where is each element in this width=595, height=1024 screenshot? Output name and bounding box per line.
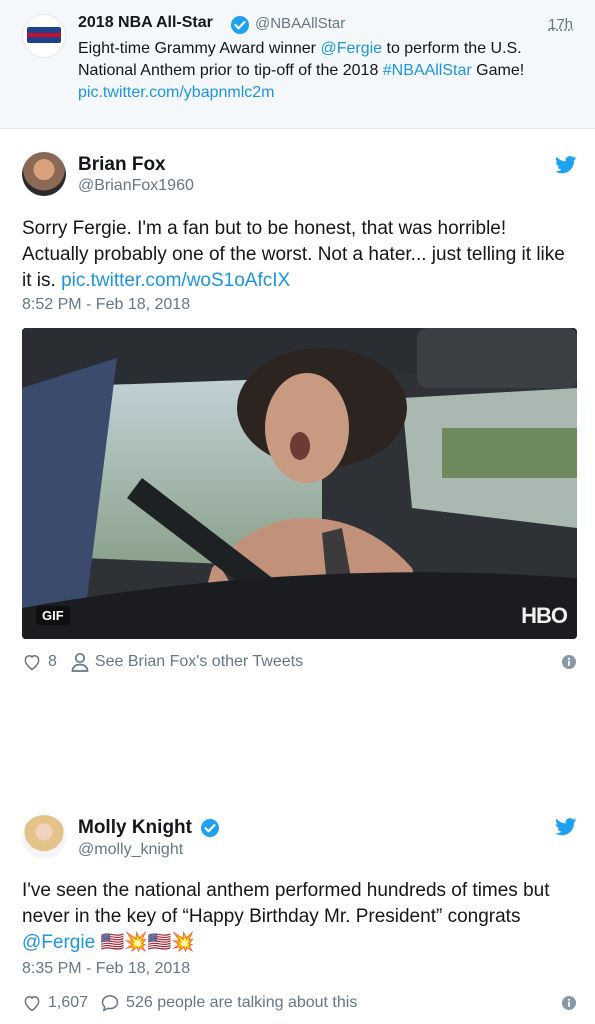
like-count[interactable]: 8 bbox=[48, 653, 57, 671]
author-name[interactable]: Brian Fox bbox=[78, 154, 166, 176]
quoted-tweet-text: Eight-time Grammy Award winner @Fergie t… bbox=[78, 38, 578, 104]
author-handle[interactable]: @BrianFox1960 bbox=[78, 177, 194, 195]
twitter-bird-icon[interactable] bbox=[555, 156, 577, 174]
talking-count-link[interactable]: 526 people are talking about this bbox=[126, 994, 357, 1012]
like-count[interactable]: 1,607 bbox=[48, 994, 88, 1012]
author-handle[interactable]: @molly_knight bbox=[78, 841, 183, 859]
tweet-timestamp[interactable]: 8:35 PM - Feb 18, 2018 bbox=[22, 960, 190, 978]
tweet-actions: 8 See Brian Fox's other Tweets bbox=[22, 652, 303, 672]
tweet-pic-link[interactable]: pic.twitter.com/woS1oAfcIX bbox=[61, 270, 290, 291]
tweet-actions: 1,607 526 people are talking about this bbox=[22, 993, 357, 1013]
other-tweets-link[interactable]: See Brian Fox's other Tweets bbox=[95, 653, 303, 671]
fergie-mention-link[interactable]: @Fergie bbox=[22, 932, 95, 953]
quoted-tweet[interactable]: 2018 NBA All-Star @NBAAllStar 17h Eight-… bbox=[0, 0, 595, 129]
info-icon[interactable] bbox=[562, 655, 576, 669]
info-icon[interactable] bbox=[562, 996, 576, 1010]
quoted-author-handle[interactable]: @NBAAllStar bbox=[255, 15, 345, 32]
tweet-text: Sorry Fergie. I'm a fan but to be honest… bbox=[22, 216, 572, 294]
nbaallstar-hashtag-link[interactable]: #NBAAllStar bbox=[383, 62, 472, 79]
verified-badge-icon bbox=[201, 819, 219, 837]
fergie-mention-link[interactable]: @Fergie bbox=[320, 40, 382, 57]
speech-bubble-icon[interactable] bbox=[100, 993, 120, 1013]
verified-badge-icon bbox=[231, 16, 249, 34]
quoted-pic-link[interactable]: pic.twitter.com/ybapnmlc2m bbox=[78, 84, 275, 101]
heart-icon[interactable] bbox=[22, 993, 42, 1013]
author-name[interactable]: Molly Knight bbox=[78, 817, 192, 839]
hbo-watermark: HBO bbox=[521, 603, 568, 628]
quoted-author-name[interactable]: 2018 NBA All-Star bbox=[78, 14, 213, 32]
quoted-text-part: Game! bbox=[471, 62, 525, 79]
brian-fox-avatar[interactable] bbox=[22, 152, 66, 196]
heart-icon[interactable] bbox=[22, 652, 42, 672]
person-icon[interactable] bbox=[71, 652, 89, 672]
tweet-text: I've seen the national anthem performed … bbox=[22, 878, 572, 956]
gif-badge: GIF bbox=[36, 606, 70, 625]
tweet-text-body: I've seen the national anthem performed … bbox=[22, 880, 550, 927]
tweet-timestamp[interactable]: 8:52 PM - Feb 18, 2018 bbox=[22, 296, 190, 314]
tweet-media-gif[interactable]: GIF HBO bbox=[22, 328, 577, 639]
molly-knight-avatar[interactable] bbox=[22, 815, 66, 859]
emoji-sequence: 🇺🇸💥🇺🇸💥 bbox=[100, 932, 196, 953]
gif-still-image bbox=[22, 328, 577, 639]
quoted-time[interactable]: 17h bbox=[548, 16, 573, 33]
twitter-bird-icon[interactable] bbox=[555, 818, 577, 836]
quoted-text-part: Eight-time Grammy Award winner bbox=[78, 40, 321, 57]
nba-allstar-avatar[interactable] bbox=[22, 14, 66, 58]
